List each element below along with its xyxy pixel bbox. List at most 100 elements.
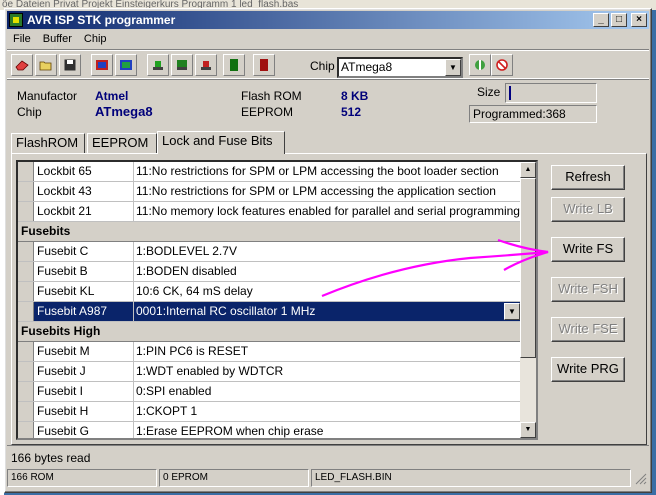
write-fs-button[interactable]: Write FS <box>551 237 625 262</box>
write-prg-button[interactable]: Write PRG <box>551 357 625 382</box>
scroll-up-icon[interactable]: ▲ <box>520 162 536 178</box>
refresh-button[interactable]: Refresh <box>551 165 625 190</box>
chip-info-label: Chip <box>17 105 42 119</box>
close-button[interactable]: × <box>631 13 647 27</box>
fuse-value-cell[interactable]: 1:PIN PC6 is RESET <box>134 342 520 361</box>
text-caret <box>509 86 511 100</box>
fuse-value-text: 1:PIN PC6 is RESET <box>136 344 249 358</box>
status-bar: 166 ROM 0 EPROM LED_FLASH.BIN <box>7 469 649 489</box>
programmed-count: Programmed:368 <box>469 105 597 123</box>
green-module-button[interactable] <box>223 54 245 76</box>
maximize-button[interactable]: □ <box>611 13 627 27</box>
stop-button[interactable] <box>491 54 513 76</box>
row-indicator <box>18 202 34 221</box>
fuse-value-cell[interactable]: 0:SPI enabled <box>134 382 520 401</box>
fuse-value-text: 1:WDT enabled by WDTCR <box>136 364 284 378</box>
fuse-value-cell[interactable]: 1:WDT enabled by WDTCR <box>134 362 520 381</box>
minimize-button[interactable]: _ <box>593 13 609 27</box>
fuse-value-text: 1:BODEN disabled <box>136 264 237 278</box>
fuse-name-cell: Fusebit M <box>34 342 134 361</box>
read-chip-icon <box>96 60 108 70</box>
chip-red-icon <box>201 61 211 70</box>
fuse-value-cell[interactable]: 1:CKOPT 1 <box>134 402 520 421</box>
chip-green-icon <box>153 61 163 70</box>
fuse-value-text: 1:Erase EEPROM when chip erase <box>136 424 324 438</box>
write-chip-button[interactable] <box>115 54 137 76</box>
grid-row[interactable]: Fusebit B 1:BODEN disabled <box>18 262 520 282</box>
read-chip-button[interactable] <box>91 54 113 76</box>
scroll-thumb[interactable] <box>520 178 536 358</box>
grid-row[interactable]: Fusebit J 1:WDT enabled by WDTCR <box>18 362 520 382</box>
chip-red-button[interactable] <box>195 54 217 76</box>
programmer-window: AVR ISP STK programmer _ □ × File Buffer… <box>4 8 652 493</box>
row-indicator <box>18 282 34 301</box>
fuse-value-cell[interactable]: 1:BODEN disabled <box>134 262 520 281</box>
erase-icon <box>15 60 29 71</box>
fuse-name-cell: Fusebit I <box>34 382 134 401</box>
fuse-value-cell[interactable]: 11:No memory lock features enabled for p… <box>134 202 520 221</box>
grid-row[interactable]: Fusebit C 1:BODLEVEL 2.7V <box>18 242 520 262</box>
window-title: AVR ISP STK programmer <box>27 13 176 27</box>
chevron-down-icon[interactable]: ▼ <box>445 59 461 76</box>
tab-flashrom[interactable]: FlashROM <box>11 133 85 153</box>
grid-row[interactable]: Lockbit 65 11:No restrictions for SPM or … <box>18 162 520 182</box>
row-indicator <box>18 302 34 321</box>
grid-section-header: Fusebits High <box>18 322 520 342</box>
manufactor-value: Atmel <box>95 89 129 103</box>
size-field[interactable] <box>505 83 597 103</box>
menu-buffer[interactable]: Buffer <box>37 33 78 45</box>
scroll-down-icon[interactable]: ▼ <box>520 422 536 438</box>
chip-green-button[interactable] <box>147 54 169 76</box>
open-folder-icon <box>39 61 52 71</box>
row-indicator <box>18 162 34 181</box>
red-module-button[interactable] <box>253 54 275 76</box>
write-fse-button[interactable]: Write FSE <box>551 317 625 342</box>
fuse-value-text: 0:SPI enabled <box>136 384 212 398</box>
fuse-value-text: 0001:Internal RC oscillator 1 MHz <box>136 304 316 318</box>
title-bar[interactable]: AVR ISP STK programmer _ □ × <box>7 11 649 29</box>
chip-select-label: Chip <box>310 59 335 73</box>
grid-section-header: Fusebits <box>18 222 520 242</box>
fuse-name-cell: Fusebit G <box>34 422 134 438</box>
grid-vertical-scrollbar[interactable]: ▲ ▼ <box>520 162 536 438</box>
open-button[interactable] <box>35 54 57 76</box>
fuse-value-cell[interactable]: 10:6 CK, 64 mS delay <box>134 282 520 301</box>
write-fsh-button[interactable]: Write FSH <box>551 277 625 302</box>
connect-button[interactable] <box>469 54 491 76</box>
fuse-value-cell[interactable]: 11:No restrictions for SPM or LPM access… <box>134 162 520 181</box>
menu-chip[interactable]: Chip <box>78 33 113 45</box>
fuse-name-cell: Fusebit B <box>34 262 134 281</box>
status-filename: LED_FLASH.BIN <box>311 469 631 487</box>
chip-select-value: ATmega8 <box>341 60 393 74</box>
fuse-value-text: 1:BODLEVEL 2.7V <box>136 244 237 258</box>
fuse-name-cell: Fusebit A987 <box>34 302 134 321</box>
grid-row[interactable]: Fusebit I 0:SPI enabled <box>18 382 520 402</box>
fuse-value-cell[interactable]: 1:BODLEVEL 2.7V <box>134 242 520 261</box>
fuse-value-cell[interactable]: 1:Erase EEPROM when chip erase <box>134 422 520 438</box>
row-indicator <box>18 422 34 438</box>
chevron-down-icon[interactable]: ▼ <box>504 303 520 320</box>
app-icon <box>9 13 23 27</box>
grid-row[interactable]: Fusebit M 1:PIN PC6 is RESET <box>18 342 520 362</box>
fuse-value-text: 10:6 CK, 64 mS delay <box>136 284 253 298</box>
write-lb-button[interactable]: Write LB <box>551 197 625 222</box>
fuse-value-cell[interactable]: 0001:Internal RC oscillator 1 MHz ▼ <box>134 302 520 321</box>
grid-row[interactable]: Fusebit H 1:CKOPT 1 <box>18 402 520 422</box>
tab-lock-fuse-bits[interactable]: Lock and Fuse Bits <box>157 131 285 154</box>
resize-grip-icon[interactable] <box>633 471 647 485</box>
grid-row[interactable]: Lockbit 43 11:No restrictions for SPM or … <box>18 182 520 202</box>
chip-select[interactable]: ATmega8 ▼ <box>337 57 463 78</box>
erase-button[interactable] <box>11 54 33 76</box>
grid-row[interactable]: Fusebit G 1:Erase EEPROM when chip erase <box>18 422 520 438</box>
fuse-value-cell[interactable]: 11:No restrictions for SPM or LPM access… <box>134 182 520 201</box>
green-module-icon <box>230 59 238 71</box>
grid-row[interactable]: Fusebit A987 0001:Internal RC oscillator … <box>18 302 520 322</box>
fuse-name-cell: Lockbit 65 <box>34 162 134 181</box>
eeprom-label: EEPROM <box>241 105 294 119</box>
save-button[interactable] <box>59 54 81 76</box>
tab-eeprom[interactable]: EEPROM <box>87 133 157 153</box>
menu-file[interactable]: File <box>7 33 37 45</box>
chip-grid-button[interactable] <box>171 54 193 76</box>
grid-row[interactable]: Fusebit KL 10:6 CK, 64 mS delay <box>18 282 520 302</box>
grid-row[interactable]: Lockbit 21 11:No memory lock features ena… <box>18 202 520 222</box>
